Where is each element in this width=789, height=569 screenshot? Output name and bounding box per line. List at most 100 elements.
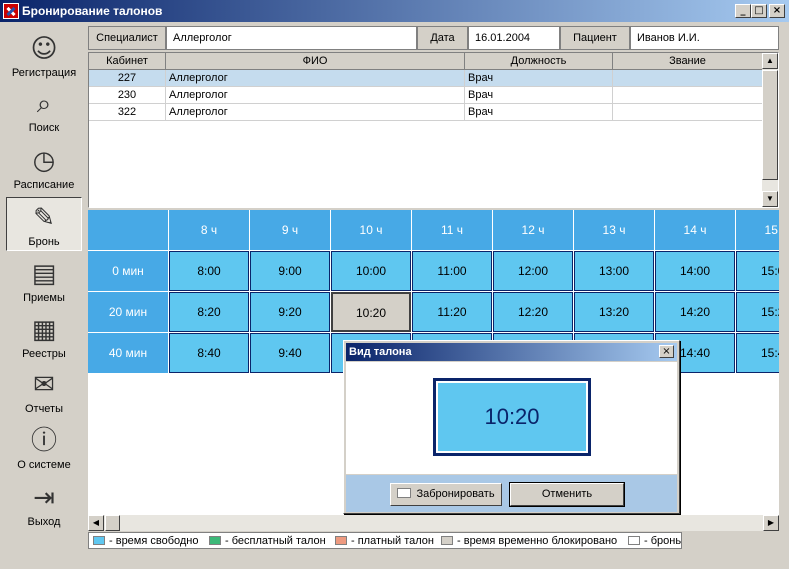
book-button[interactable]: Забронировать [390,483,502,506]
specialist-field[interactable]: Аллерголог [166,26,417,50]
table-header: Кабинет ФИО Должность Звание [89,53,763,70]
scroll-thumb[interactable] [105,515,120,531]
column-header-name[interactable]: ФИО [166,53,465,70]
legend-label: - бронь [644,535,682,547]
legend-swatch [93,536,105,545]
minimize-button[interactable]: _ [735,4,751,18]
sidebar-item-label: Бронь [28,236,60,248]
time-slot[interactable]: 11:00 [412,251,492,291]
sidebar-item-label: Выход [27,516,61,528]
sidebar-item-label: Приемы [23,292,65,304]
legend-item: - бесплатный талон [209,535,326,548]
time-slot[interactable]: 15:20 [736,292,779,332]
time-slot[interactable]: 12:00 [493,251,573,291]
sidebar-item-registers[interactable]: ▦ Реестры [6,310,82,364]
dialog-title-bar: Вид талона × [346,343,677,361]
scroll-thumb[interactable] [762,70,778,180]
patient-field[interactable]: Иванов И.И. [630,26,779,50]
date-field[interactable]: 16.01.2004 [468,26,560,50]
legend-label: - бесплатный талон [225,535,326,547]
sidebar-item-about[interactable]: ⓘ О системе [6,421,82,475]
cell-position: Врач [465,70,613,87]
cell-name: Аллерголог [166,104,465,121]
time-slot[interactable]: 13:00 [574,251,654,291]
sidebar-item-label: Регистрация [11,67,77,79]
legend-swatch [441,536,453,545]
vertical-scrollbar[interactable]: ▲ ▼ [762,53,778,207]
window-title: Бронирование талонов [22,4,163,18]
column-header-rank[interactable]: Звание [613,53,763,70]
legend-swatch [335,536,347,545]
sidebar-item-booking[interactable]: ✎ Бронь [6,197,82,251]
time-slot[interactable]: 14:00 [655,251,735,291]
sidebar-item-registration[interactable]: ☺ Регистрация [6,29,82,83]
patient-label: Пациент [560,26,630,50]
sidebar-item-reports[interactable]: ✉ Отчеты [6,365,82,419]
time-slot[interactable]: 8:20 [169,292,249,332]
grid-corner [88,210,168,250]
hour-header: 11 ч [412,210,492,250]
legend: - время свободно - бесплатный талон - плат… [88,532,682,549]
cancel-button[interactable]: Отменить [509,482,625,507]
time-slot[interactable]: 9:00 [250,251,330,291]
sidebar-item-label: Отчеты [24,403,64,415]
time-slot[interactable]: 15:40 [736,333,779,373]
time-slot[interactable]: 9:40 [250,333,330,373]
sidebar-item-schedule[interactable]: ◷ Расписание [6,141,82,195]
minute-header: 40 мин [88,333,168,373]
sidebar-item-exit[interactable]: ⇥ Выход [6,478,82,532]
column-header-room[interactable]: Кабинет [89,53,166,70]
app-icon [3,3,19,19]
search-icon: ⌕ [36,89,52,119]
time-slot[interactable]: 12:20 [493,292,573,332]
cell-position: Врач [465,87,613,104]
ticket-icon [397,488,412,498]
time-slot[interactable]: 10:00 [331,251,411,291]
column-header-position[interactable]: Должность [465,53,613,70]
time-slot[interactable]: 8:40 [169,333,249,373]
minute-header: 0 мин [88,251,168,291]
table-row[interactable]: 322 Аллерголог Врач [89,104,763,121]
horizontal-scrollbar[interactable]: ◀ ▶ [88,515,779,531]
book-button-label: Забронировать [416,488,495,500]
time-slot[interactable]: 15:00 [736,251,779,291]
sidebar-item-search[interactable]: ⌕ Поиск [6,84,82,138]
legend-swatch [628,536,640,545]
exit-icon: ⇥ [33,483,55,513]
close-button[interactable]: × [769,4,785,18]
hour-header: 13 ч [574,210,654,250]
time-slot[interactable]: 8:00 [169,251,249,291]
scroll-up-icon[interactable]: ▲ [762,53,778,69]
table-row[interactable]: 230 Аллерголог Врач [89,87,763,104]
sidebar: ☺ Регистрация ⌕ Поиск ◷ Расписание ✎ Бро… [4,25,84,543]
sidebar-item-label: Расписание [13,179,75,191]
cell-name: Аллерголог [166,70,465,87]
time-slot[interactable]: 14:20 [655,292,735,332]
booking-icon: ✎ [33,203,55,233]
ticket-preview: 10:20 [433,378,591,456]
time-slot[interactable]: 11:20 [412,292,492,332]
time-slot[interactable]: 9:20 [250,292,330,332]
table-row[interactable]: 227 Аллерголог Врач [89,70,763,87]
cell-room: 227 [89,70,166,87]
dialog-close-button[interactable]: × [659,345,674,358]
cell-room: 230 [89,87,166,104]
legend-item: - бронь [628,535,681,548]
legend-item: - платный талон [335,535,434,548]
time-slot[interactable]: 10:20 [331,292,411,332]
maximize-button[interactable]: □ [751,4,767,18]
hour-header: 9 ч [250,210,330,250]
sidebar-item-appointments[interactable]: ▤ Приемы [6,254,82,308]
legend-item: - время свободно [93,535,199,548]
legend-label: - платный талон [351,535,434,547]
time-slot[interactable]: 13:20 [574,292,654,332]
scroll-left-icon[interactable]: ◀ [88,515,104,531]
scroll-right-icon[interactable]: ▶ [763,515,779,531]
scroll-down-icon[interactable]: ▼ [762,191,778,207]
sidebar-item-label: О системе [17,459,71,471]
dialog-footer: Забронировать Отменить [346,475,677,512]
dialog-body: 10:20 [346,362,677,474]
cell-rank [613,104,763,121]
cell-name: Аллерголог [166,87,465,104]
hour-header: 10 ч [331,210,411,250]
